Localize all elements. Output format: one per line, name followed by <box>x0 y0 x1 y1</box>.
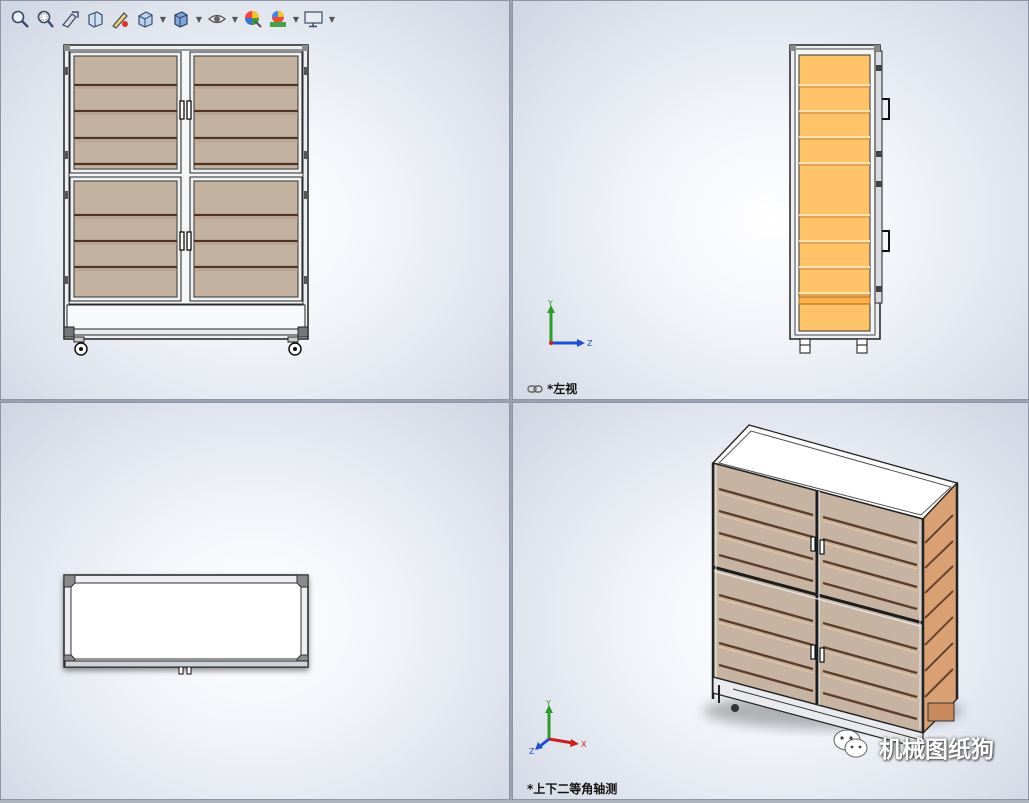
heads-up-view-toolbar: ▼ ▼ ▼ ▼ ▼ <box>9 7 336 31</box>
door-handle[interactable] <box>882 98 890 252</box>
caster-wheel <box>799 338 868 354</box>
chevron-down-icon[interactable]: ▼ <box>231 8 239 30</box>
zoom-to-area-icon[interactable] <box>34 8 56 30</box>
door-handle[interactable] <box>178 666 192 675</box>
iso-view-label: *上下二等角轴测 <box>527 782 618 796</box>
link-views-icon[interactable] <box>527 383 543 397</box>
watermark: 机械图纸狗 <box>831 727 994 767</box>
view-name-label: *左视 <box>527 380 577 397</box>
solidworks-four-viewport-window: ▼ ▼ ▼ ▼ ▼ Y Z *左视 Y X Z *上下二等角轴测 机械图纸狗 <box>0 0 1029 803</box>
viewport-front[interactable]: ▼ ▼ ▼ ▼ ▼ <box>0 0 510 400</box>
edit-appearance-icon[interactable] <box>242 8 264 30</box>
viewport-splitter-horizontal[interactable] <box>0 400 1029 402</box>
svg-text:Y: Y <box>545 699 551 708</box>
wechat-icon <box>831 727 871 767</box>
apply-scene-icon[interactable] <box>267 8 289 30</box>
watermark-text: 机械图纸狗 <box>879 737 994 763</box>
coordinate-triad: Y Z <box>547 299 593 348</box>
zoom-to-fit-icon[interactable] <box>9 8 31 30</box>
door-panel[interactable] <box>189 51 303 174</box>
cabinet-front-model[interactable] <box>1 1 510 400</box>
chevron-down-icon[interactable]: ▼ <box>292 8 300 30</box>
previous-view-icon[interactable] <box>59 8 81 30</box>
chevron-down-icon[interactable]: ▼ <box>328 8 336 30</box>
svg-text:X: X <box>581 740 587 749</box>
viewport-top[interactable] <box>0 402 510 800</box>
svg-text:Z: Z <box>529 747 535 755</box>
cabinet-top-model[interactable] <box>1 403 510 800</box>
dynamic-annotation-icon[interactable] <box>109 8 131 30</box>
view-orientation-icon[interactable] <box>134 8 156 30</box>
viewport-left[interactable]: Y Z *左视 <box>512 0 1029 400</box>
section-view-icon[interactable] <box>84 8 106 30</box>
door-panel[interactable] <box>69 51 182 174</box>
chevron-down-icon[interactable]: ▼ <box>195 8 203 30</box>
viewport-isometric[interactable]: Y X Z *上下二等角轴测 机械图纸狗 <box>512 402 1029 800</box>
coordinate-triad: Y X Z <box>529 699 587 755</box>
door-panel[interactable] <box>189 176 303 302</box>
svg-text:Y: Y <box>547 299 553 308</box>
view-settings-icon[interactable] <box>303 8 325 30</box>
svg-text:Z: Z <box>587 339 593 348</box>
hide-show-items-icon[interactable] <box>206 8 228 30</box>
left-view-label: *左视 <box>547 382 578 396</box>
door-panel[interactable] <box>69 176 182 302</box>
chevron-down-icon[interactable]: ▼ <box>159 8 167 30</box>
display-style-icon[interactable] <box>170 8 192 30</box>
